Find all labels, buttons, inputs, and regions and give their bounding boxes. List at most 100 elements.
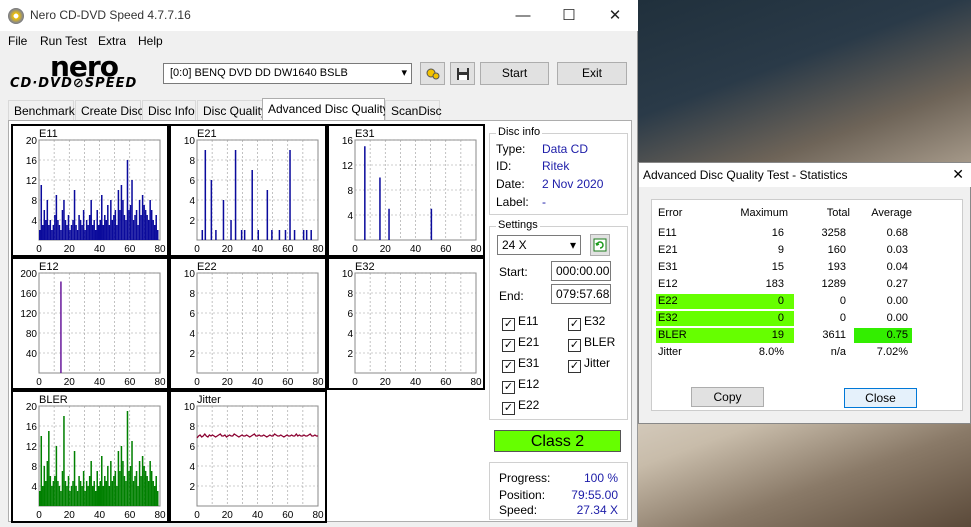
e31-chart: 1612840 20 40 60 80 — [342, 136, 482, 255]
data-bar — [110, 461, 112, 506]
data-bar — [60, 281, 62, 373]
graph-e12: 200 160 120 80 40 0 20 40 60 80 E12 — [11, 257, 169, 390]
x-tick-label: 80 — [312, 377, 324, 388]
dialog-title-bar[interactable]: Advanced Disc Quality Test - Statistics … — [639, 163, 971, 187]
data-bar — [107, 205, 109, 240]
data-bar — [93, 220, 95, 240]
tab-create-disc[interactable]: Create Disc — [75, 100, 144, 121]
jitter-chart: 1086420 20 40 60 80 — [184, 402, 324, 521]
x-tick-label: 60 — [282, 244, 294, 255]
copy-button[interactable]: Copy — [691, 387, 764, 407]
data-bar — [94, 491, 97, 506]
menu-run-test[interactable]: Run Test — [40, 34, 87, 48]
menu-help[interactable]: Help — [138, 34, 163, 48]
graph-e21: 10 8 6 4 2 0 20 40 60 80 E21 — [169, 124, 327, 257]
maximize-button[interactable]: ☐ — [546, 0, 592, 31]
y-tick-label: 16 — [342, 136, 354, 147]
minimize-button[interactable]: — — [500, 0, 546, 31]
graph-label: E12 — [39, 261, 59, 273]
refresh-speed-button[interactable] — [590, 234, 610, 256]
settings-title: Settings — [496, 219, 540, 231]
data-bar — [257, 230, 260, 240]
data-bar — [120, 446, 123, 506]
x-tick-label: 20 — [222, 377, 234, 388]
checkbox-e11[interactable]: ✓ E11 — [502, 314, 538, 331]
data-bar — [125, 220, 127, 240]
type-value: Data CD — [542, 142, 589, 156]
x-tick-label: 20 — [380, 244, 392, 255]
data-bar — [138, 461, 141, 506]
data-bar — [72, 481, 74, 506]
y-tick-label: 20 — [26, 136, 38, 147]
checkbox-e21[interactable]: ✓ E21 — [502, 335, 539, 352]
y-tick-label: 160 — [20, 289, 37, 300]
menu-file[interactable]: File — [8, 34, 27, 48]
speed-select[interactable]: 24 X ▾ — [497, 235, 581, 255]
data-bar — [102, 486, 105, 506]
checkbox-e12[interactable]: ✓ E12 — [502, 377, 539, 394]
data-bar — [73, 190, 76, 240]
checkbox-e32[interactable]: ✓ E32 — [568, 314, 605, 331]
data-bar — [119, 210, 121, 240]
graph-e11: 20 16 12 8 4 0 20 40 60 80 E11 — [11, 124, 169, 257]
checkbox-e22[interactable]: ✓ E22 — [502, 398, 539, 415]
data-bar — [63, 200, 65, 240]
drive-select[interactable]: [0:0] BENQ DVD DD DW1640 BSLB ▾ — [163, 63, 412, 84]
data-bar — [82, 471, 85, 506]
save-button[interactable] — [450, 62, 475, 85]
data-bar — [210, 180, 213, 240]
drive-select-value: [0:0] BENQ DVD DD DW1640 BSLB — [170, 67, 348, 79]
end-input[interactable]: 079:57.68 — [551, 284, 611, 304]
data-bar — [105, 481, 108, 506]
main-window: Nero CD-DVD Speed 4.7.7.16 — ☐ ✕ File Ru… — [0, 0, 638, 527]
data-bar — [123, 215, 126, 240]
y-tick-label: 2 — [189, 349, 195, 360]
close-button[interactable]: ✕ — [592, 0, 638, 31]
data-bar — [215, 230, 217, 240]
floppy-disk-icon — [456, 68, 469, 80]
checkbox-jitter[interactable]: ✓ Jitter — [568, 356, 610, 373]
tab-advanced-disc-quality[interactable]: Advanced Disc Quality — [262, 98, 389, 121]
data-bar — [108, 225, 111, 240]
data-bar — [84, 491, 86, 506]
data-bar — [126, 160, 129, 240]
exit-button[interactable]: Exit — [557, 62, 627, 85]
data-bar — [107, 466, 109, 506]
tab-scandisc[interactable]: ScanDisc — [385, 100, 442, 121]
y-tick-label: 6 — [189, 309, 195, 320]
graph-e22: 10 8 6 4 2 0 20 40 60 80 E22 — [169, 257, 327, 390]
data-bar — [99, 481, 102, 506]
start-input[interactable]: 000:00.00 — [551, 261, 611, 281]
table-cell: 0.68 — [886, 227, 908, 239]
drive-settings-button[interactable] — [420, 62, 445, 85]
y-tick-label: 4 — [189, 329, 195, 340]
tab-benchmark[interactable]: Benchmark — [8, 100, 75, 121]
graph-e32: 10 8 6 4 2 0 20 40 60 80 E32 — [327, 257, 485, 390]
data-bar — [66, 486, 68, 506]
title-bar[interactable]: Nero CD-DVD Speed 4.7.7.16 — ☐ ✕ — [0, 0, 638, 31]
data-bar — [49, 220, 52, 240]
data-bar — [153, 486, 156, 506]
data-bar — [78, 476, 80, 506]
tab-disc-info[interactable]: Disc Info — [142, 100, 196, 121]
x-tick-label: 40 — [410, 244, 422, 255]
start-button[interactable]: Start — [480, 62, 549, 85]
data-bar — [114, 471, 117, 506]
data-bar — [305, 230, 308, 240]
data-bar — [91, 486, 94, 506]
data-bar — [48, 431, 50, 506]
menu-extra[interactable]: Extra — [98, 34, 126, 48]
table-cell: 15 — [771, 261, 784, 273]
data-bar — [201, 230, 204, 240]
data-bar — [79, 220, 82, 240]
x-tick-label: 60 — [440, 377, 452, 388]
close-icon[interactable]: ✕ — [952, 166, 964, 183]
dialog-close-button[interactable]: Close — [844, 388, 917, 408]
data-bar — [137, 225, 139, 240]
table-cell: 1289 — [821, 278, 846, 290]
checkbox-bler[interactable]: ✓ BLER — [568, 335, 615, 352]
data-bar — [43, 466, 46, 506]
checkbox-e31[interactable]: ✓ E31 — [502, 356, 539, 373]
data-bar — [72, 220, 74, 240]
tab-disc-quality[interactable]: Disc Quality — [197, 100, 267, 121]
